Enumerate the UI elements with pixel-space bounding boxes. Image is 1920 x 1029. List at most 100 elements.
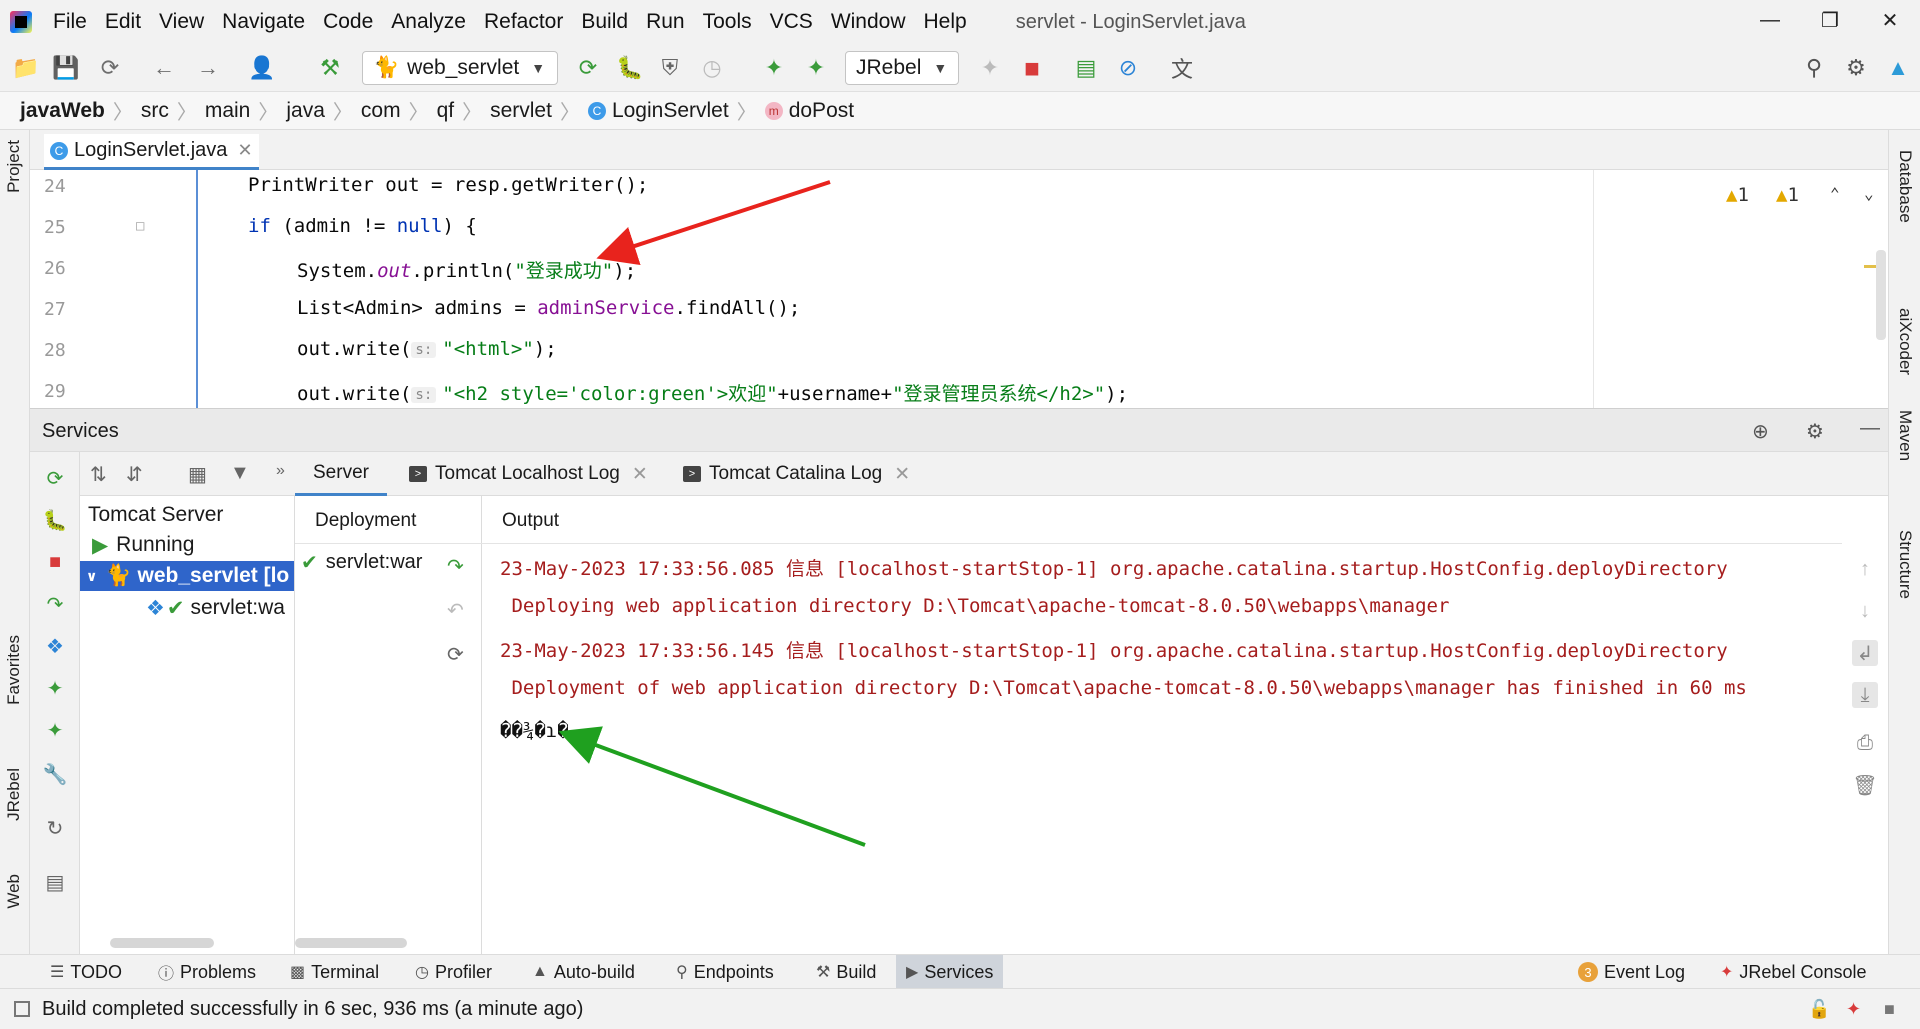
web-tool-button[interactable]: Web — [4, 874, 24, 909]
favorites-tool-button[interactable]: Favorites — [4, 635, 24, 705]
breadcrumb-item[interactable]: servlet — [490, 99, 552, 123]
jrebel-select[interactable]: JRebel ▼ — [845, 51, 959, 85]
weak-warnings-indicator[interactable]: ▲1 — [1776, 184, 1799, 206]
refresh-icon[interactable]: ⟳ — [447, 642, 464, 667]
menu-tools[interactable]: Tools — [694, 10, 761, 34]
menu-refactor[interactable]: Refactor — [475, 10, 572, 34]
jrebel-run-icon[interactable]: ✦ — [43, 676, 67, 700]
menu-analyze[interactable]: Analyze — [382, 10, 475, 34]
breadcrumb-item[interactable]: doPost — [789, 99, 854, 123]
deploy-icon[interactable]: ↷ — [447, 554, 464, 579]
menu-help[interactable]: Help — [915, 10, 976, 34]
tab-server[interactable]: Server — [295, 452, 387, 496]
breadcrumb-item[interactable]: src — [141, 99, 169, 123]
print-icon[interactable]: ⎙ — [1852, 730, 1878, 756]
menu-file[interactable]: File — [44, 10, 96, 34]
filter-icon[interactable]: ▼ — [230, 462, 250, 485]
undeploy-icon[interactable]: ↶ — [447, 598, 464, 623]
jrebel-debug-icon[interactable]: ✦ — [802, 54, 830, 82]
breadcrumb-item[interactable]: com — [361, 99, 401, 123]
update-icon[interactable]: ✦ — [976, 54, 1004, 82]
wrench-icon[interactable]: 🔧 — [43, 762, 68, 786]
menu-build[interactable]: Build — [572, 10, 637, 34]
rerun-icon[interactable]: ⟳ — [574, 54, 602, 82]
refresh-icon[interactable]: ↻ — [43, 816, 67, 840]
breadcrumb-item[interactable]: main — [205, 99, 251, 123]
fold-icon[interactable]: □ — [136, 218, 144, 234]
menu-vcs[interactable]: VCS — [761, 10, 822, 34]
debug-icon[interactable]: 🐛 — [616, 54, 644, 82]
profile-icon[interactable]: ◷ — [698, 54, 726, 82]
close-icon[interactable]: ✕ — [632, 463, 648, 486]
hide-panel-icon[interactable]: — — [1860, 417, 1880, 440]
monitor-icon[interactable]: ▤ — [1072, 54, 1100, 82]
breadcrumb-item[interactable]: java — [286, 99, 325, 123]
save-all-icon[interactable]: 💾 — [52, 54, 80, 82]
menu-window[interactable]: Window — [822, 10, 915, 34]
trash-icon[interactable]: 🗑 — [1852, 772, 1878, 798]
maximize-icon[interactable]: ❐ — [1800, 0, 1860, 40]
sync-icon[interactable]: ⟳ — [96, 54, 124, 82]
deployment-item[interactable]: ✔ servlet:war — [301, 550, 422, 575]
stop-icon[interactable]: ■ — [43, 550, 67, 574]
tool-tab-endpoints[interactable]: ⚲ Endpoints — [666, 955, 784, 989]
tool-tab-profiler[interactable]: ◷ Profiler — [405, 955, 502, 989]
tool-tab-services[interactable]: ▶ Services — [896, 955, 1004, 989]
jrebel-debug-icon[interactable]: ✦ — [43, 718, 67, 742]
close-icon[interactable]: ✕ — [237, 140, 252, 161]
collapse-all-icon[interactable]: ⇵ — [126, 462, 143, 487]
layout-icon[interactable]: ▤ — [43, 870, 67, 894]
deploy-icon[interactable]: ↷ — [43, 592, 67, 616]
down-arrow-icon[interactable]: ↓ — [1852, 598, 1878, 624]
forward-icon[interactable]: → — [194, 54, 222, 82]
build-hammer-icon[interactable]: ⚒ — [316, 54, 344, 82]
rerun-icon[interactable]: ⟳ — [43, 466, 67, 490]
back-icon[interactable]: ← — [150, 54, 178, 82]
artifact-icon[interactable]: ❖ — [43, 634, 67, 658]
translate-icon[interactable]: 文 — [1168, 54, 1196, 82]
breadcrumb-item[interactable]: javaWeb — [20, 99, 105, 123]
up-arrow-icon[interactable]: ↑ — [1852, 556, 1878, 582]
tree-scrollbar[interactable] — [110, 938, 214, 948]
lock-icon[interactable]: 🔓 — [1808, 999, 1830, 1020]
open-folder-icon[interactable]: 📁 — [12, 54, 40, 82]
tree-node-tomcat-server[interactable]: Tomcat Server — [80, 500, 294, 530]
gear-icon[interactable]: ⚙ — [1806, 419, 1824, 444]
group-by-icon[interactable]: ▦ — [188, 462, 207, 487]
coverage-icon[interactable]: ⛨ — [656, 54, 684, 82]
soft-wrap-icon[interactable]: ↲ — [1852, 640, 1878, 666]
tool-tab-build[interactable]: ⚒ Build — [806, 955, 886, 989]
scroll-to-end-icon[interactable]: ⤓ — [1852, 682, 1878, 708]
jrebel-status-icon[interactable]: ✦ — [1846, 999, 1861, 1020]
tree-node-web-servlet[interactable]: ∨ 🐈 web_servlet [lo — [80, 561, 294, 591]
aixcoder-tool-button[interactable]: aiXcoder — [1895, 308, 1915, 375]
close-icon[interactable]: ✕ — [894, 463, 910, 486]
tool-tab-terminal[interactable]: ▩ Terminal — [280, 955, 389, 989]
tab-tomcat-localhost-log[interactable]: > Tomcat Localhost Log ✕ — [391, 452, 666, 496]
warnings-indicator[interactable]: ▲1 — [1726, 184, 1749, 206]
status-toggle-icon[interactable] — [14, 1001, 30, 1017]
database-tool-button[interactable]: Database — [1895, 150, 1915, 223]
minimize-icon[interactable]: — — [1740, 0, 1800, 40]
more-icon[interactable]: » — [276, 462, 285, 480]
maven-tool-button[interactable]: Maven — [1895, 410, 1915, 461]
tree-node-running[interactable]: ▶ Running — [80, 530, 294, 560]
next-highlight-icon[interactable]: ⌄ — [1864, 184, 1874, 203]
structure-tool-button[interactable]: Structure — [1895, 530, 1915, 599]
vcs-user-icon[interactable]: 👤 — [248, 54, 276, 82]
event-log-button[interactable]: 3 Event Log — [1568, 955, 1695, 989]
menu-edit[interactable]: Edit — [96, 10, 150, 34]
code-editor[interactable]: 24 25 26 27 28 29 □ PrintWriter out = re… — [30, 170, 1888, 408]
editor-tab-loginservlet[interactable]: C LoginServlet.java ✕ — [44, 134, 259, 170]
breadcrumb-item[interactable]: qf — [437, 99, 455, 123]
jrebel-console-button[interactable]: ✦ JRebel Console — [1710, 955, 1876, 989]
editor-scrollbar[interactable] — [1876, 250, 1886, 340]
previous-highlight-icon[interactable]: ⌃ — [1830, 184, 1840, 203]
jrebel-tool-button[interactable]: JRebel — [4, 768, 24, 821]
memory-indicator-icon[interactable]: ■ — [1884, 999, 1895, 1020]
stop-icon[interactable]: ■ — [1018, 53, 1046, 83]
tool-tab-auto-build[interactable]: ▲ Auto-build — [522, 955, 645, 989]
menu-run[interactable]: Run — [637, 10, 694, 34]
crosshair-icon[interactable]: ⊕ — [1752, 419, 1769, 444]
breadcrumb-item[interactable]: LoginServlet — [612, 99, 729, 123]
